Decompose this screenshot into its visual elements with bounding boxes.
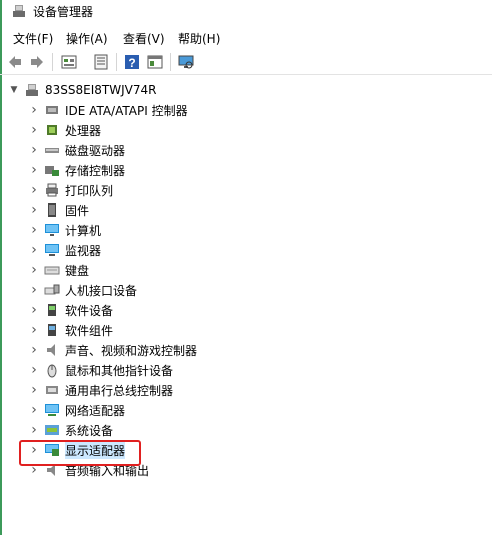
monitor-scan-icon[interactable] bbox=[177, 53, 195, 71]
back-icon[interactable] bbox=[6, 53, 24, 71]
printer-icon bbox=[44, 182, 60, 198]
chevron-right-icon[interactable]: › bbox=[28, 240, 40, 260]
node-computer[interactable]: › 计算机 bbox=[28, 220, 101, 240]
chevron-right-icon[interactable]: › bbox=[28, 120, 40, 140]
tree-item-label: 处理器 bbox=[65, 123, 102, 138]
menu-action[interactable]: 操作(A) bbox=[66, 30, 108, 47]
node-usb[interactable]: › 通用串行总线控制器 bbox=[28, 380, 173, 400]
chevron-right-icon[interactable]: › bbox=[28, 260, 40, 280]
svg-text:?: ? bbox=[128, 56, 135, 70]
node-sound[interactable]: › 声音、视频和游戏控制器 bbox=[28, 340, 197, 360]
tree-item-label: 人机接口设备 bbox=[65, 283, 138, 298]
processor-icon bbox=[44, 122, 60, 138]
menu-bar: 文件(F) 操作(A) 查看(V) 帮助(H) bbox=[0, 28, 492, 48]
properties-icon[interactable] bbox=[92, 53, 110, 71]
sound-icon bbox=[44, 342, 60, 358]
tree-item-label: 键盘 bbox=[65, 263, 90, 278]
tree-item-label: 软件设备 bbox=[65, 303, 114, 318]
chevron-right-icon[interactable]: › bbox=[28, 160, 40, 180]
storage-controller-icon bbox=[44, 162, 60, 178]
tree-item-label: 网络适配器 bbox=[65, 403, 126, 418]
tree-item-label: 通用串行总线控制器 bbox=[65, 383, 174, 398]
highlight-box bbox=[19, 440, 141, 466]
chevron-right-icon[interactable]: › bbox=[28, 280, 40, 300]
hid-icon bbox=[44, 282, 60, 298]
tree-item-label: 软件组件 bbox=[65, 323, 114, 338]
chevron-down-icon[interactable]: ▼ bbox=[8, 80, 20, 100]
computer-root-icon bbox=[24, 82, 40, 98]
node-print-queue[interactable]: › 打印队列 bbox=[28, 180, 113, 200]
tree-item-label: 监视器 bbox=[65, 243, 102, 258]
firmware-icon bbox=[44, 202, 60, 218]
disk-drive-icon bbox=[44, 142, 60, 158]
node-network[interactable]: › 网络适配器 bbox=[28, 400, 125, 420]
monitor-icon bbox=[44, 242, 60, 258]
properties-list-icon[interactable] bbox=[60, 53, 78, 71]
chevron-right-icon[interactable]: › bbox=[28, 420, 40, 440]
software-component-icon bbox=[44, 322, 60, 338]
node-keyboard[interactable]: › 键盘 bbox=[28, 260, 89, 280]
node-system[interactable]: › 系统设备 bbox=[28, 420, 113, 440]
node-software-device[interactable]: › 软件设备 bbox=[28, 300, 113, 320]
chevron-right-icon[interactable]: › bbox=[28, 320, 40, 340]
window-title: 设备管理器 bbox=[33, 5, 94, 19]
view-icon[interactable] bbox=[146, 53, 164, 71]
keyboard-icon bbox=[44, 262, 60, 278]
chevron-right-icon[interactable]: › bbox=[28, 200, 40, 220]
tree-item-label: 计算机 bbox=[65, 223, 102, 238]
tree-root[interactable]: ▼ 83SS8EI8TWJV74R bbox=[8, 80, 157, 100]
menu-file[interactable]: 文件(F) bbox=[13, 30, 53, 47]
chevron-right-icon[interactable]: › bbox=[28, 380, 40, 400]
help-icon[interactable]: ? bbox=[123, 53, 141, 71]
toolbar-separator bbox=[116, 53, 117, 71]
computer-icon bbox=[44, 222, 60, 238]
chevron-right-icon[interactable]: › bbox=[28, 300, 40, 320]
chevron-right-icon[interactable]: › bbox=[28, 400, 40, 420]
device-manager-icon bbox=[11, 3, 27, 19]
mouse-icon bbox=[44, 362, 60, 378]
node-firmware[interactable]: › 固件 bbox=[28, 200, 89, 220]
node-storage[interactable]: › 存储控制器 bbox=[28, 160, 125, 180]
tree-item-label: 打印队列 bbox=[65, 183, 114, 198]
node-software-component[interactable]: › 软件组件 bbox=[28, 320, 113, 340]
forward-icon[interactable] bbox=[28, 53, 46, 71]
toolbar-separator bbox=[170, 53, 171, 71]
menu-help[interactable]: 帮助(H) bbox=[178, 30, 220, 47]
tree-item-label: IDE ATA/ATAPI 控制器 bbox=[65, 103, 188, 118]
tree-item-label: 磁盘驱动器 bbox=[65, 143, 126, 158]
node-hid[interactable]: › 人机接口设备 bbox=[28, 280, 137, 300]
chevron-right-icon[interactable]: › bbox=[28, 340, 40, 360]
tree-item-label: 系统设备 bbox=[65, 423, 114, 438]
tree-item-label: 存储控制器 bbox=[65, 163, 126, 178]
system-device-icon bbox=[44, 422, 60, 438]
toolbar-separator bbox=[52, 53, 53, 71]
title-bar: 设备管理器 bbox=[0, 0, 492, 22]
toolbar: ? bbox=[0, 50, 492, 75]
root-label: 83SS8EI8TWJV74R bbox=[45, 83, 157, 97]
chevron-right-icon[interactable]: › bbox=[28, 220, 40, 240]
node-disk[interactable]: › 磁盘驱动器 bbox=[28, 140, 125, 160]
node-processor[interactable]: › 处理器 bbox=[28, 120, 101, 140]
software-device-icon bbox=[44, 302, 60, 318]
node-monitor[interactable]: › 监视器 bbox=[28, 240, 101, 260]
chevron-right-icon[interactable]: › bbox=[28, 360, 40, 380]
tree-item-label: 声音、视频和游戏控制器 bbox=[65, 343, 198, 358]
tree-item-label: 鼠标和其他指针设备 bbox=[65, 363, 174, 378]
menu-view[interactable]: 查看(V) bbox=[123, 30, 165, 47]
ide-controller-icon bbox=[44, 102, 60, 118]
network-icon bbox=[44, 402, 60, 418]
tree-item-label: 固件 bbox=[65, 203, 90, 218]
node-ide[interactable]: › IDE ATA/ATAPI 控制器 bbox=[28, 100, 188, 120]
window-left-edge bbox=[0, 0, 2, 535]
chevron-right-icon[interactable]: › bbox=[28, 180, 40, 200]
chevron-right-icon[interactable]: › bbox=[28, 100, 40, 120]
node-mouse[interactable]: › 鼠标和其他指针设备 bbox=[28, 360, 173, 380]
usb-icon bbox=[44, 382, 60, 398]
chevron-right-icon[interactable]: › bbox=[28, 140, 40, 160]
